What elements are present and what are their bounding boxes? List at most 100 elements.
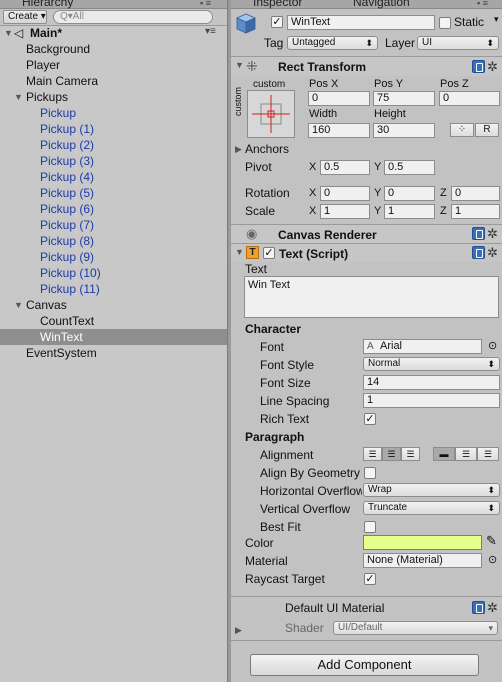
scene-row-main[interactable]: ▼ ◁ Main* ▾≡ xyxy=(0,25,227,41)
help-book-icon[interactable] xyxy=(472,60,485,73)
dropdown-arrow-icon: ▾ xyxy=(488,623,493,633)
rich-text-checkbox[interactable]: ✓ xyxy=(364,413,376,425)
rotation-z-field[interactable]: 0 xyxy=(451,186,500,201)
tree-item-pickup-1[interactable]: Pickup (1) xyxy=(0,121,227,137)
tree-item-pickup-2[interactable]: Pickup (2) xyxy=(0,137,227,153)
text-value-area[interactable]: Win Text xyxy=(244,276,499,318)
gear-icon[interactable]: ✲ xyxy=(487,246,498,259)
scale-x-field[interactable]: 1 xyxy=(320,204,370,219)
tree-item-pickup-10[interactable]: Pickup (10) xyxy=(0,265,227,281)
height-field[interactable]: 30 xyxy=(373,123,435,138)
gear-icon[interactable]: ✲ xyxy=(487,60,498,73)
tree-item-pickups[interactable]: ▼ Pickups xyxy=(0,89,227,105)
raw-edit-button[interactable]: R xyxy=(475,123,499,137)
object-name-field[interactable]: WinText xyxy=(287,15,435,30)
inspector-tab-bar: Inspector Navigation ▪ ≡ xyxy=(231,0,502,9)
raycast-target-checkbox[interactable]: ✓ xyxy=(364,573,376,585)
width-field[interactable]: 160 xyxy=(308,123,370,138)
tree-item-pickup-11[interactable]: Pickup (11) xyxy=(0,281,227,297)
tree-item-pickup-9[interactable]: Pickup (9) xyxy=(0,249,227,265)
best-fit-checkbox[interactable] xyxy=(364,521,376,533)
help-book-icon[interactable] xyxy=(472,227,485,240)
active-checkbox[interactable]: ✓ xyxy=(271,16,283,28)
collapse-triangle-icon[interactable]: ▼ xyxy=(235,60,244,70)
anchors-expand-icon[interactable]: ▶ xyxy=(235,144,242,155)
font-style-dropdown[interactable]: Normal ⬍ xyxy=(363,357,500,371)
rotation-x-field[interactable]: 0 xyxy=(320,186,370,201)
tree-item-pickup-5[interactable]: Pickup (5) xyxy=(0,185,227,201)
gear-icon[interactable]: ✲ xyxy=(487,227,498,240)
tree-item-wintext[interactable]: WinText xyxy=(0,329,227,345)
posy-field[interactable]: 75 xyxy=(373,91,435,106)
tree-item-background[interactable]: Background xyxy=(0,41,227,57)
tree-item-pickup[interactable]: Pickup xyxy=(0,105,227,121)
posx-field[interactable]: 0 xyxy=(308,91,370,106)
font-size-field[interactable]: 14 xyxy=(363,375,500,390)
pivot-y-field[interactable]: 0.5 xyxy=(384,160,435,175)
inspector-tab[interactable]: Inspector xyxy=(253,0,302,9)
object-picker-icon[interactable]: ⊙ xyxy=(488,339,497,352)
rotation-y-field[interactable]: 0 xyxy=(384,186,435,201)
vertical-overflow-dropdown[interactable]: Truncate ⬍ xyxy=(363,501,500,515)
collapse-triangle-icon[interactable]: ▼ xyxy=(235,247,244,257)
shader-dropdown[interactable]: UI/Default ▾ xyxy=(333,621,498,635)
tree-item-main-camera[interactable]: Main Camera xyxy=(0,73,227,89)
canvas-renderer-header[interactable]: ◉ Canvas Renderer ✲ xyxy=(231,224,502,243)
align-center-button[interactable]: ☰ xyxy=(382,447,401,461)
tag-dropdown[interactable]: Untagged ⬍ xyxy=(287,36,378,50)
font-size-label: Font Size xyxy=(260,376,311,390)
shader-expand-icon[interactable]: ▶ xyxy=(235,625,242,636)
horizontal-overflow-dropdown[interactable]: Wrap ⬍ xyxy=(363,483,500,497)
expand-triangle-icon[interactable]: ▼ xyxy=(14,89,23,105)
tree-item-eventsystem[interactable]: EventSystem xyxy=(0,345,227,361)
panel-menu-icon[interactable]: ▪ ≡ xyxy=(477,0,488,8)
pivot-x-field[interactable]: 0.5 xyxy=(320,160,370,175)
create-button[interactable]: Create ▾ xyxy=(3,10,47,24)
align-middle-button[interactable]: ☰ xyxy=(455,447,477,461)
tree-item-canvas[interactable]: ▼ Canvas xyxy=(0,297,227,313)
align-left-button[interactable]: ☰ xyxy=(363,447,382,461)
help-book-icon[interactable] xyxy=(472,601,485,614)
line-spacing-label: Line Spacing xyxy=(260,394,330,408)
font-field[interactable]: A Arial xyxy=(363,339,482,354)
eyedropper-icon[interactable]: ✎ xyxy=(486,533,497,549)
hierarchy-tab[interactable]: Hierarchy xyxy=(22,0,73,9)
layer-dropdown[interactable]: UI ⬍ xyxy=(417,36,499,50)
hierarchy-search-input[interactable]: Q▾All xyxy=(53,10,213,24)
static-checkbox[interactable] xyxy=(439,17,451,29)
expand-triangle-icon[interactable]: ▼ xyxy=(14,297,23,313)
tree-item-pickup-6[interactable]: Pickup (6) xyxy=(0,201,227,217)
expand-triangle-icon[interactable]: ▼ xyxy=(4,25,13,41)
navigation-tab[interactable]: Navigation xyxy=(353,0,410,9)
tree-item-counttext[interactable]: CountText xyxy=(0,313,227,329)
scale-y-field[interactable]: 1 xyxy=(384,204,435,219)
canvas-renderer-icon: ◉ xyxy=(246,226,258,241)
anchor-presets-button[interactable] xyxy=(247,90,295,138)
gear-icon[interactable]: ✲ xyxy=(487,601,498,614)
object-picker-icon[interactable]: ⊙ xyxy=(488,553,497,566)
align-by-geometry-checkbox[interactable] xyxy=(364,467,376,479)
line-spacing-field[interactable]: 1 xyxy=(363,393,500,408)
blueprint-mode-button[interactable]: ⁘ xyxy=(450,123,474,137)
tree-item-pickup-3[interactable]: Pickup (3) xyxy=(0,153,227,169)
text-script-header[interactable]: ▼ T ✓ Text (Script) ✲ xyxy=(231,243,502,262)
align-bottom-button[interactable]: ☰ xyxy=(477,447,499,461)
panel-menu-icon[interactable]: ▪ ≡ xyxy=(200,0,211,8)
rect-transform-header[interactable]: ▼ ⁜ Rect Transform ✲ xyxy=(231,56,502,76)
help-book-icon[interactable] xyxy=(472,246,485,259)
add-component-button[interactable]: Add Component xyxy=(250,654,479,676)
tree-item-pickup-7[interactable]: Pickup (7) xyxy=(0,217,227,233)
align-top-button[interactable]: ▬ xyxy=(433,447,455,461)
scale-z-field[interactable]: 1 xyxy=(451,204,500,219)
tree-item-player[interactable]: Player xyxy=(0,57,227,73)
color-swatch[interactable] xyxy=(363,535,482,550)
text-enabled-checkbox[interactable]: ✓ xyxy=(263,247,275,259)
tree-item-pickup-8[interactable]: Pickup (8) xyxy=(0,233,227,249)
posz-field[interactable]: 0 xyxy=(439,91,500,106)
static-dropdown-arrow-icon[interactable]: ▾ xyxy=(494,14,499,25)
tree-item-label: Pickup (4) xyxy=(40,170,95,184)
material-field[interactable]: None (Material) xyxy=(363,553,482,568)
tree-item-pickup-4[interactable]: Pickup (4) xyxy=(0,169,227,185)
scene-menu-icon[interactable]: ▾≡ xyxy=(205,24,216,40)
align-right-button[interactable]: ☰ xyxy=(401,447,420,461)
